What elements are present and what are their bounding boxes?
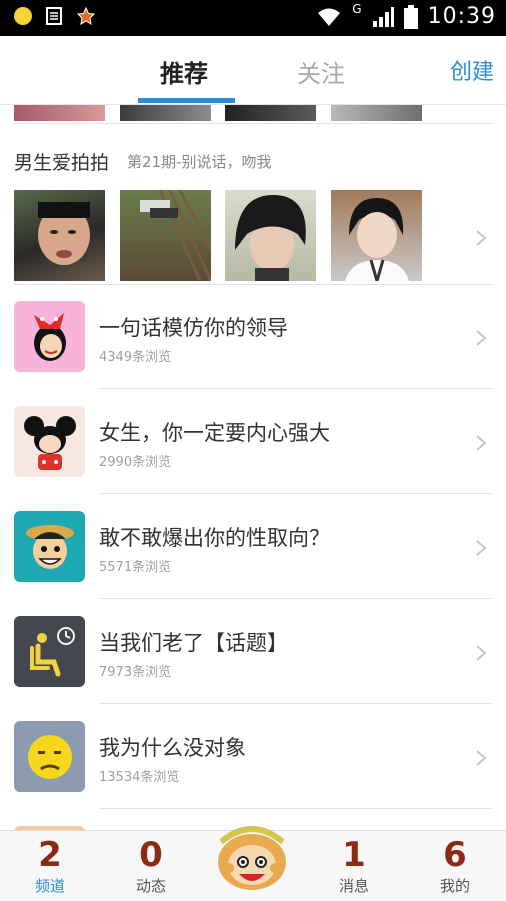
nav-label: 消息 — [338, 877, 369, 895]
topic-title: 敢不敢爆出你的性取向？ — [99, 526, 330, 550]
top-tab-bar: 推荐 关注 创建 — [0, 36, 506, 105]
divider — [14, 123, 492, 124]
signal-icon — [372, 6, 394, 27]
chevron-right-icon — [474, 539, 488, 556]
topic-views: 7973条浏览 — [99, 665, 172, 680]
divider — [99, 703, 492, 704]
network-type-label: G — [352, 1, 362, 16]
cropped-thumbnail[interactable] — [14, 105, 105, 121]
nav-label: 我的 — [439, 877, 470, 895]
nav-count: 1 — [342, 835, 366, 875]
divider — [99, 808, 492, 809]
topic-title: 我为什么没对象 — [99, 736, 246, 760]
monkey-home-button[interactable] — [213, 822, 291, 892]
featured-photo[interactable] — [225, 190, 316, 281]
nav-activity[interactable]: 0 动态 — [111, 831, 191, 901]
nav-label: 动态 — [135, 877, 166, 895]
mickey-icon — [14, 406, 85, 477]
divider — [99, 493, 492, 494]
notification-dot-icon — [14, 7, 32, 25]
elderly-seat-icon — [14, 616, 85, 687]
topic-views: 5571条浏览 — [99, 560, 172, 575]
pirate-boy-icon — [14, 511, 85, 582]
divider — [14, 284, 492, 285]
nav-count: 0 — [139, 835, 163, 875]
cropped-thumbnail[interactable] — [120, 105, 211, 121]
topic-views: 4349条浏览 — [99, 350, 172, 365]
document-icon — [46, 7, 62, 25]
topic-title: 女生，你一定要内心强大 — [99, 421, 330, 445]
sad-face-icon — [14, 721, 85, 792]
tab-recommended[interactable]: 推荐 — [160, 54, 208, 89]
topic-title: 当我们老了【话题】 — [99, 631, 288, 655]
nav-label: 频道 — [34, 877, 65, 895]
featured-photo[interactable] — [14, 190, 105, 281]
cropped-thumbnail[interactable] — [331, 105, 422, 121]
cropped-thumbnail[interactable] — [225, 105, 316, 121]
topic-views: 2990条浏览 — [99, 455, 172, 470]
chevron-right-icon — [474, 329, 488, 346]
create-button[interactable]: 创建 — [450, 54, 494, 86]
chevron-right-icon — [474, 749, 488, 766]
featured-title: 男生爱拍拍 — [14, 152, 110, 174]
nav-count: 2 — [38, 835, 62, 875]
chevron-right-icon — [474, 229, 488, 246]
nav-messages[interactable]: 1 消息 — [314, 831, 394, 901]
divider — [99, 598, 492, 599]
nav-me[interactable]: 6 我的 — [415, 831, 495, 901]
monkey-icon — [218, 826, 286, 890]
active-tab-indicator — [138, 98, 235, 103]
nav-count: 6 — [443, 835, 467, 875]
star-badge-icon — [76, 6, 96, 25]
topic-title: 一句话模仿你的领导 — [99, 316, 288, 340]
battery-icon — [403, 4, 418, 29]
chevron-right-icon — [474, 434, 488, 451]
divider — [99, 388, 492, 389]
status-time: 10:39 — [427, 4, 496, 29]
featured-photo[interactable] — [331, 190, 422, 281]
featured-photo[interactable] — [120, 190, 211, 281]
nav-channels[interactable]: 2 频道 — [10, 831, 90, 901]
topic-views: 13534条浏览 — [99, 770, 180, 785]
featured-subtitle: 第21期-别说话，吻我 — [127, 153, 272, 171]
status-bar: G 10:39 — [0, 0, 506, 36]
bow-girl-icon — [14, 301, 85, 372]
chevron-right-icon — [474, 644, 488, 661]
wifi-icon — [318, 8, 341, 26]
tab-following[interactable]: 关注 — [297, 54, 345, 89]
